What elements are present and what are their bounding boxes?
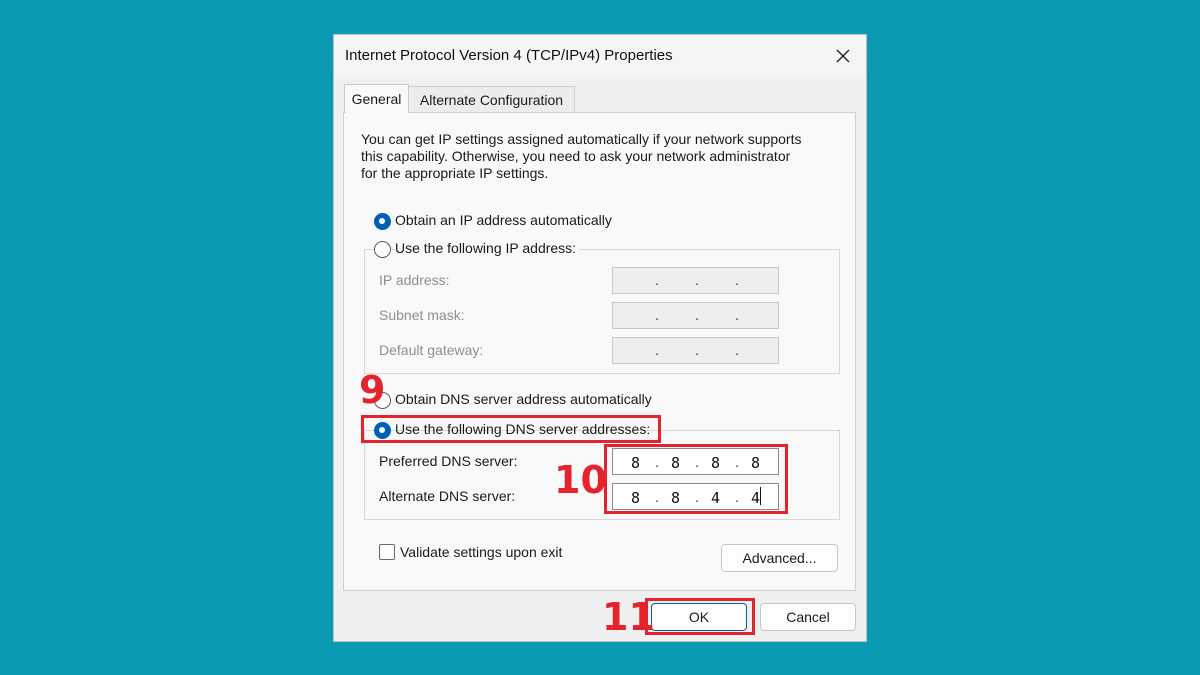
obtain-ip-auto-label: Obtain an IP address automatically	[395, 212, 612, 228]
close-icon	[836, 49, 850, 63]
step-10-marker: 10	[554, 458, 607, 502]
validate-settings-checkbox[interactable]	[379, 544, 395, 560]
default-gateway-field: . . .	[612, 337, 779, 364]
octet-separator: .	[695, 307, 699, 323]
tab-alternate-configuration[interactable]: Alternate Configuration	[409, 86, 575, 112]
subnet-mask-field: . . .	[612, 302, 779, 329]
highlight-ok-button	[645, 598, 755, 635]
tab-general-label: General	[351, 91, 402, 107]
octet-separator: .	[655, 307, 659, 323]
octet-separator: .	[655, 272, 659, 288]
title-bar: Internet Protocol Version 4 (TCP/IPv4) P…	[334, 35, 866, 77]
octet-separator: .	[695, 342, 699, 358]
intro-text: You can get IP settings assigned automat…	[361, 131, 831, 182]
tab-alternate-label: Alternate Configuration	[419, 91, 564, 108]
validate-settings-label: Validate settings upon exit	[400, 544, 563, 560]
radio-obtain-ip-auto[interactable]	[374, 213, 391, 230]
step-11-marker: 11	[602, 595, 655, 639]
text-cursor	[760, 487, 761, 505]
obtain-dns-auto-label: Obtain DNS server address automatically	[395, 391, 652, 407]
preferred-dns-label: Preferred DNS server:	[379, 453, 518, 469]
advanced-button-label: Advanced...	[742, 550, 817, 566]
ip-address-label: IP address:	[379, 272, 450, 288]
intro-line: You can get IP settings assigned automat…	[361, 131, 802, 147]
dialog-title: Internet Protocol Version 4 (TCP/IPv4) P…	[345, 47, 673, 64]
subnet-mask-label: Subnet mask:	[379, 307, 465, 323]
highlight-dns-manual-option	[361, 415, 661, 443]
step-9-marker: 9	[359, 368, 386, 412]
alternate-dns-label: Alternate DNS server:	[379, 488, 516, 504]
use-following-ip-label: Use the following IP address:	[395, 240, 580, 256]
cancel-button[interactable]: Cancel	[760, 603, 856, 631]
intro-line: for the appropriate IP settings.	[361, 165, 549, 181]
radio-use-following-ip[interactable]	[374, 241, 391, 258]
close-button[interactable]	[828, 41, 858, 71]
intro-line: this capability. Otherwise, you need to …	[361, 148, 791, 164]
octet-separator: .	[695, 272, 699, 288]
advanced-button[interactable]: Advanced...	[721, 544, 838, 572]
octet-separator: .	[735, 307, 739, 323]
cancel-button-label: Cancel	[786, 609, 830, 625]
octet-separator: .	[735, 272, 739, 288]
default-gateway-label: Default gateway:	[379, 342, 484, 358]
ip-address-field: . . .	[612, 267, 779, 294]
octet-separator: .	[735, 342, 739, 358]
tab-general[interactable]: General	[344, 84, 409, 113]
octet-separator: .	[655, 342, 659, 358]
